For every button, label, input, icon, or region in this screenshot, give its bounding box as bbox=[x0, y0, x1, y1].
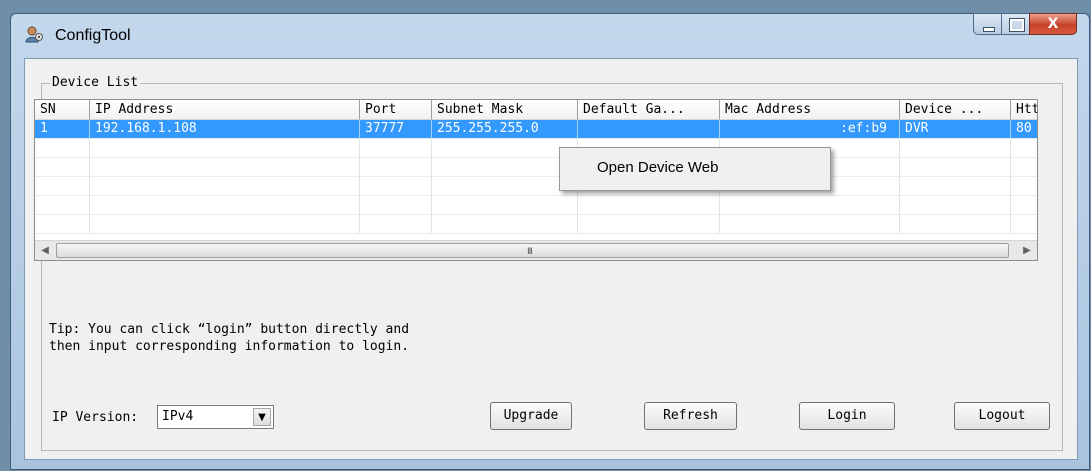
column-header-http[interactable]: Http bbox=[1011, 100, 1037, 120]
tip-line-2: then input corresponding information to … bbox=[49, 339, 410, 354]
table-body: 1 192.168.1.108 37777 255.255.255.0 :ef:… bbox=[35, 120, 1037, 234]
ip-version-label: IP Version: bbox=[52, 410, 139, 425]
window-title: ConfigTool bbox=[55, 27, 131, 44]
device-table[interactable]: SN IP Address Port Subnet Mask Default G… bbox=[34, 99, 1038, 261]
login-button[interactable]: Login bbox=[799, 402, 895, 430]
column-header-port[interactable]: Port bbox=[360, 100, 432, 120]
device-list-label: Device List bbox=[50, 75, 141, 91]
cell-port: 37777 bbox=[360, 120, 432, 139]
maximize-icon[interactable] bbox=[1001, 13, 1029, 35]
cell-subnet-mask: 255.255.255.0 bbox=[432, 120, 578, 139]
tip-text: Tip: You can click “login” button direct… bbox=[49, 321, 409, 355]
upgrade-button[interactable]: Upgrade bbox=[490, 402, 572, 430]
cell-http: 80 bbox=[1011, 120, 1037, 139]
cell-mac-address: :ef:b9 bbox=[720, 120, 900, 139]
column-header-sn[interactable]: SN bbox=[35, 100, 90, 120]
table-row-empty bbox=[35, 158, 1037, 177]
cell-device-type: DVR bbox=[900, 120, 1011, 139]
context-menu-item-open-device-web[interactable]: Open Device Web bbox=[562, 150, 828, 186]
cell-default-gateway bbox=[578, 120, 720, 139]
table-row-empty bbox=[35, 196, 1037, 215]
scroll-right-icon[interactable]: ▶ bbox=[1019, 243, 1035, 259]
app-icon bbox=[25, 26, 43, 43]
cell-sn: 1 bbox=[35, 120, 90, 139]
table-header: SN IP Address Port Subnet Mask Default G… bbox=[35, 100, 1037, 120]
tip-line-1: Tip: You can click “login” button direct… bbox=[49, 322, 410, 337]
minimize-icon[interactable] bbox=[973, 13, 1001, 35]
close-icon[interactable]: X bbox=[1029, 13, 1077, 35]
column-header-default-gateway[interactable]: Default Ga... bbox=[578, 100, 720, 120]
table-row[interactable]: 1 192.168.1.108 37777 255.255.255.0 :ef:… bbox=[35, 120, 1037, 139]
column-header-device-type[interactable]: Device ... bbox=[900, 100, 1011, 120]
scrollbar-thumb[interactable]: III bbox=[56, 243, 1009, 258]
cell-ip-address: 192.168.1.108 bbox=[90, 120, 360, 139]
scrollbar-grip: III bbox=[527, 247, 533, 257]
column-header-mac-address[interactable]: Mac Address bbox=[720, 100, 900, 120]
table-row-empty bbox=[35, 177, 1037, 196]
table-row-empty bbox=[35, 139, 1037, 158]
table-row-empty bbox=[35, 215, 1037, 234]
ip-version-select[interactable]: IPv4 ▼ bbox=[157, 405, 274, 429]
column-header-subnet-mask[interactable]: Subnet Mask bbox=[432, 100, 578, 120]
logout-button[interactable]: Logout bbox=[954, 402, 1050, 430]
title-bar[interactable]: ConfigTool X bbox=[11, 13, 1089, 58]
client-area: Device List SN IP Address Port Subnet Ma… bbox=[24, 58, 1078, 460]
dropdown-arrow-icon[interactable]: ▼ bbox=[253, 408, 271, 426]
horizontal-scrollbar[interactable]: ◀ III ▶ bbox=[35, 240, 1037, 260]
ip-version-value: IPv4 bbox=[162, 409, 194, 424]
refresh-button[interactable]: Refresh bbox=[644, 402, 737, 430]
context-menu: Open Device Web bbox=[559, 147, 831, 191]
column-header-ip-address[interactable]: IP Address bbox=[90, 100, 360, 120]
window-controls: X bbox=[973, 13, 1077, 36]
config-tool-window: ConfigTool X Device List SN IP Address P… bbox=[10, 13, 1090, 470]
scroll-left-icon[interactable]: ◀ bbox=[37, 243, 53, 259]
